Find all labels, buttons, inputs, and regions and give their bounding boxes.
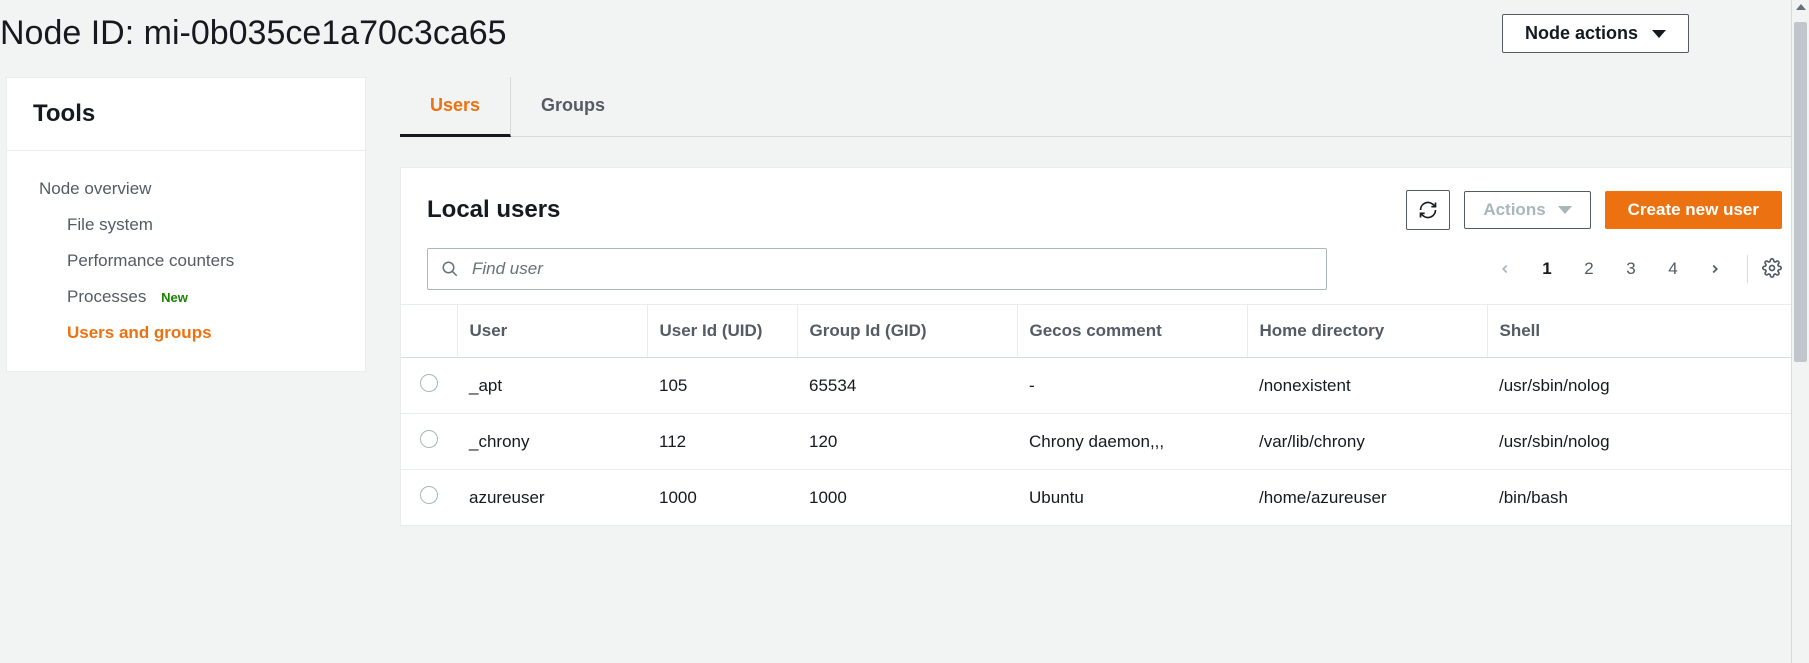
cell-gecos: - xyxy=(1017,358,1247,414)
row-radio[interactable] xyxy=(420,486,438,504)
tabs: Users Groups xyxy=(400,77,1809,137)
tab-users[interactable]: Users xyxy=(400,77,511,137)
cell-uid: 105 xyxy=(647,358,797,414)
refresh-button[interactable] xyxy=(1406,190,1450,230)
cell-shell: /usr/sbin/nolog xyxy=(1487,414,1808,470)
tab-groups[interactable]: Groups xyxy=(511,77,635,136)
cell-user: _chrony xyxy=(457,414,647,470)
sidebar-title: Tools xyxy=(33,100,339,128)
cell-gecos: Ubuntu xyxy=(1017,470,1247,526)
sidebar-item-label: File system xyxy=(67,215,153,234)
page-prev[interactable] xyxy=(1487,251,1523,287)
sidebar-item-label: Performance counters xyxy=(67,251,234,270)
pagination: 1 2 3 4 xyxy=(1487,251,1782,287)
cell-home: /home/azureuser xyxy=(1247,470,1487,526)
cell-user: _apt xyxy=(457,358,647,414)
page-4[interactable]: 4 xyxy=(1655,251,1691,287)
sidebar-item-performance-counters[interactable]: Performance counters xyxy=(39,243,365,279)
new-badge: New xyxy=(161,290,188,305)
sidebar-nav: Node overview File system Performance co… xyxy=(7,151,365,371)
table-row[interactable]: _apt 105 65534 - /nonexistent /usr/sbin/… xyxy=(401,358,1808,414)
scrollbar[interactable] xyxy=(1791,0,1809,663)
actions-button[interactable]: Actions xyxy=(1464,191,1590,229)
node-actions-label: Node actions xyxy=(1525,23,1638,44)
col-shell[interactable]: Shell xyxy=(1487,305,1808,358)
refresh-icon xyxy=(1418,200,1438,220)
tab-label: Users xyxy=(430,95,480,115)
col-user[interactable]: User xyxy=(457,305,647,358)
cell-gid: 1000 xyxy=(797,470,1017,526)
cell-shell: /usr/sbin/nolog xyxy=(1487,358,1808,414)
users-table: User User Id (UID) Group Id (GID) Gecos … xyxy=(401,304,1808,525)
local-users-card: Local users Actions Create new user xyxy=(400,167,1809,526)
page-next[interactable] xyxy=(1697,251,1733,287)
settings-button[interactable] xyxy=(1762,258,1782,281)
caret-down-icon xyxy=(1558,206,1572,214)
scroll-up-icon xyxy=(1796,4,1806,10)
sidebar-item-label: Users and groups xyxy=(67,323,212,342)
node-actions-button[interactable]: Node actions xyxy=(1502,14,1689,53)
table-row[interactable]: _chrony 112 120 Chrony daemon,,, /var/li… xyxy=(401,414,1808,470)
sidebar-item-file-system[interactable]: File system xyxy=(39,207,365,243)
cell-home: /nonexistent xyxy=(1247,358,1487,414)
search-input[interactable] xyxy=(427,248,1327,290)
col-gecos[interactable]: Gecos comment xyxy=(1017,305,1247,358)
chevron-right-icon xyxy=(1708,262,1722,276)
cell-user: azureuser xyxy=(457,470,647,526)
row-radio[interactable] xyxy=(420,430,438,448)
cell-gid: 65534 xyxy=(797,358,1017,414)
sidebar-item-label: Processes xyxy=(67,287,146,306)
scroll-thumb[interactable] xyxy=(1794,22,1807,362)
col-gid[interactable]: Group Id (GID) xyxy=(797,305,1017,358)
cell-uid: 112 xyxy=(647,414,797,470)
gear-icon xyxy=(1762,258,1782,278)
page-2[interactable]: 2 xyxy=(1571,251,1607,287)
search-icon xyxy=(441,260,459,278)
row-radio[interactable] xyxy=(420,374,438,392)
cell-uid: 1000 xyxy=(647,470,797,526)
divider xyxy=(1747,255,1748,283)
cell-gid: 120 xyxy=(797,414,1017,470)
chevron-left-icon xyxy=(1498,262,1512,276)
create-new-user-button[interactable]: Create new user xyxy=(1605,191,1782,229)
cell-home: /var/lib/chrony xyxy=(1247,414,1487,470)
caret-down-icon xyxy=(1652,30,1666,38)
page-3[interactable]: 3 xyxy=(1613,251,1649,287)
sidebar-item-users-and-groups[interactable]: Users and groups xyxy=(39,315,365,351)
card-title: Local users xyxy=(427,196,1392,224)
col-home[interactable]: Home directory xyxy=(1247,305,1487,358)
tab-label: Groups xyxy=(541,95,605,115)
table-row[interactable]: azureuser 1000 1000 Ubuntu /home/azureus… xyxy=(401,470,1808,526)
sidebar-item-label: Node overview xyxy=(39,179,151,198)
page-1[interactable]: 1 xyxy=(1529,251,1565,287)
actions-label: Actions xyxy=(1483,200,1545,220)
sidebar-item-processes[interactable]: Processes New xyxy=(39,279,365,315)
cell-shell: /bin/bash xyxy=(1487,470,1808,526)
col-select xyxy=(401,305,457,358)
create-label: Create new user xyxy=(1628,200,1759,219)
col-uid[interactable]: User Id (UID) xyxy=(647,305,797,358)
sidebar-item-node-overview[interactable]: Node overview xyxy=(39,171,365,207)
cell-gecos: Chrony daemon,,, xyxy=(1017,414,1247,470)
content-area: Users Groups Local users A xyxy=(366,77,1809,526)
sidebar: Tools Node overview File system Performa… xyxy=(6,77,366,372)
page-title: Node ID: mi-0b035ce1a70c3ca65 xyxy=(0,14,507,53)
